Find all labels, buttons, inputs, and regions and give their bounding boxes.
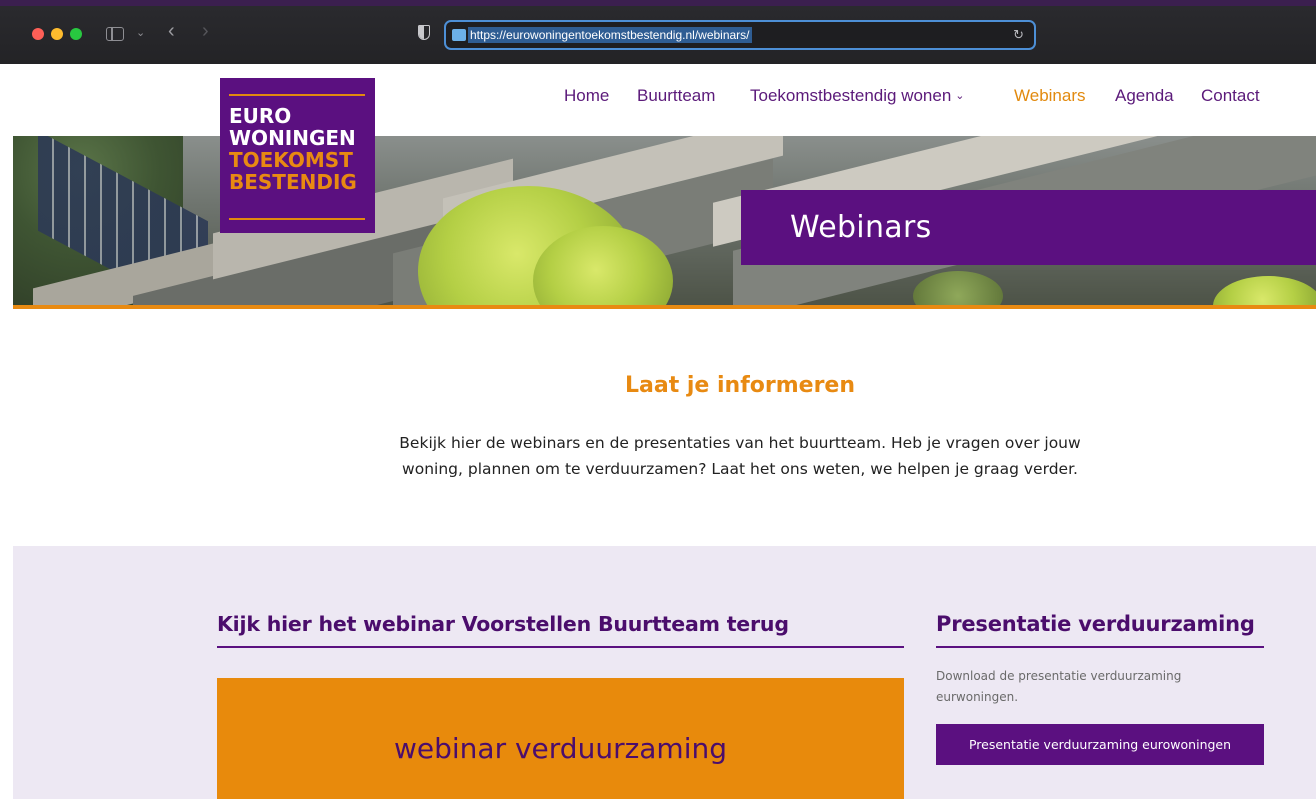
logo-text: BESTENDIG: [229, 170, 357, 194]
address-bar[interactable]: https://eurowoningentoekomstbestendig.nl…: [444, 20, 1036, 50]
logo-text: WONINGEN: [229, 126, 356, 150]
site-header: Home Buurtteam Toekomstbestendig wonen ⌄ …: [0, 64, 1316, 136]
logo-divider: [229, 218, 365, 220]
nav-item-home[interactable]: Home: [564, 86, 609, 106]
nav-item-buurtteam[interactable]: Buurtteam: [637, 86, 715, 106]
download-presentation-button[interactable]: Presentatie verduurzaming eurowoningen: [936, 724, 1264, 765]
reload-icon[interactable]: ↻: [1013, 27, 1024, 43]
close-window-button[interactable]: [32, 28, 44, 40]
logo-divider: [229, 94, 365, 96]
nav-item-agenda[interactable]: Agenda: [1115, 86, 1174, 106]
intro-text: Bekijk hier de webinars en de presentati…: [399, 434, 1081, 478]
webinar-video-player[interactable]: webinar verduurzaming: [217, 678, 904, 799]
presentation-description: Download de presentatie verduurzaming eu…: [936, 669, 1182, 704]
logo-text: TOEKOMST: [229, 148, 353, 172]
site-favicon-icon: [452, 29, 466, 41]
nav-item-toekomstbestendig-wonen[interactable]: Toekomstbestendig wonen ⌄: [750, 86, 965, 106]
presentation-heading: Presentatie verduurzaming: [936, 612, 1255, 636]
privacy-shield-icon[interactable]: [418, 25, 430, 40]
site-logo[interactable]: EURO WONINGEN TOEKOMST BESTENDIG: [220, 78, 375, 233]
webinar-heading: Kijk hier het webinar Voorstellen Buurtt…: [217, 612, 789, 636]
nav-item-label: Toekomstbestendig wonen: [750, 86, 952, 105]
forward-arrow-icon[interactable]: ›: [202, 21, 209, 41]
page-title-band: Webinars: [741, 190, 1316, 265]
hero-divider: [13, 305, 1316, 309]
chevron-down-icon[interactable]: ⌄: [136, 26, 145, 40]
hero-tree: [1213, 276, 1316, 305]
back-arrow-icon[interactable]: ‹: [168, 21, 175, 41]
nav-item-webinars[interactable]: Webinars: [1014, 86, 1086, 106]
main-navigation: Home Buurtteam Toekomstbestendig wonen ⌄ …: [0, 86, 1316, 112]
chevron-down-icon: ⌄: [955, 90, 965, 102]
logo-text: EURO: [229, 104, 292, 128]
sidebar-toggle-icon[interactable]: [106, 27, 124, 41]
zoom-window-button[interactable]: [70, 28, 82, 40]
nav-item-contact[interactable]: Contact: [1201, 86, 1260, 106]
minimize-window-button[interactable]: [51, 28, 63, 40]
presentation-heading-underline: [936, 646, 1264, 648]
video-title: webinar verduurzaming: [393, 732, 728, 765]
intro-heading: Laat je informeren: [624, 373, 856, 398]
hero-tree: [913, 271, 1003, 305]
page-title: Webinars: [790, 210, 932, 245]
address-bar-url[interactable]: https://eurowoningentoekomstbestendig.nl…: [468, 27, 752, 43]
webinar-heading-underline: [217, 646, 904, 648]
browser-toolbar: ⌄ ‹ › https://eurowoningentoekomstbesten…: [0, 0, 1316, 64]
